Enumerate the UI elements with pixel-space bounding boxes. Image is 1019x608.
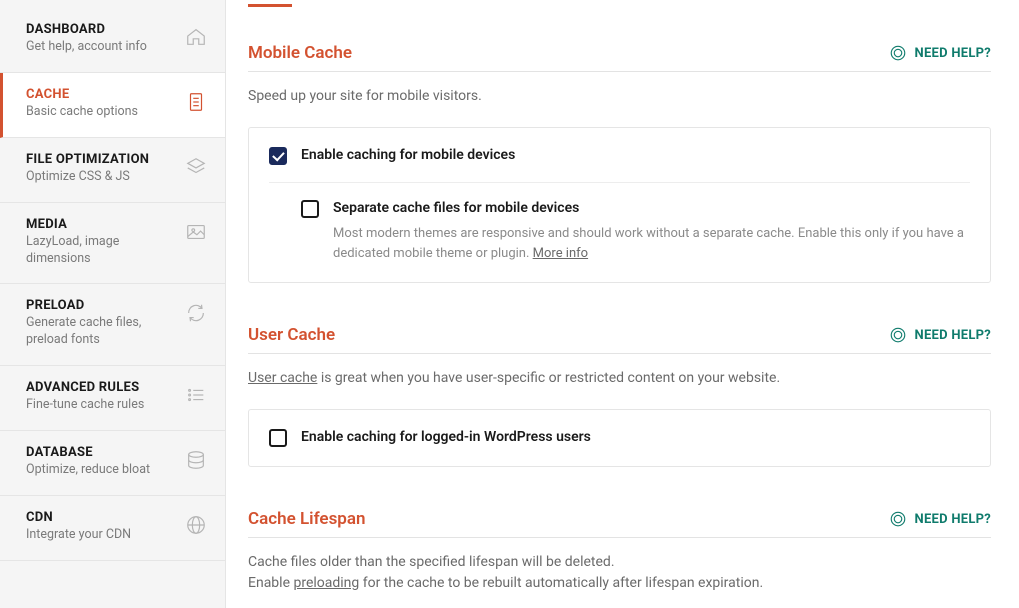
sidebar-title: ADVANCED RULES (26, 380, 185, 395)
sidebar-sub: Get help, account info (26, 39, 185, 56)
sidebar-sub: LazyLoad, image dimensions (26, 234, 185, 268)
section-desc: Speed up your site for mobile visitors. (248, 86, 991, 107)
section-title: User Cache (248, 325, 335, 345)
option-label: Enable caching for logged-in WordPress u… (301, 428, 970, 448)
sidebar-item-file-optimization[interactable]: FILE OPTIMIZATION Optimize CSS & JS (0, 138, 225, 203)
sidebar-title: DASHBOARD (26, 22, 185, 37)
sidebar-title: PRELOAD (26, 298, 185, 313)
need-help-text: NEED HELP? (915, 512, 991, 527)
section-desc: Cache files older than the specified lif… (248, 552, 991, 594)
list-icon (185, 384, 207, 406)
section-title: Mobile Cache (248, 43, 352, 63)
sidebar-item-advanced-rules[interactable]: ADVANCED RULES Fine-tune cache rules (0, 366, 225, 431)
sidebar: DASHBOARD Get help, account info CACHE B… (0, 0, 226, 608)
sidebar-title: CACHE (26, 87, 185, 102)
user-cache-link[interactable]: User cache (248, 370, 317, 386)
help-icon (889, 326, 907, 344)
image-icon (185, 221, 207, 243)
sidebar-item-dashboard[interactable]: DASHBOARD Get help, account info (0, 8, 225, 73)
sidebar-title: CDN (26, 510, 185, 525)
section-cache-lifespan: Cache Lifespan NEED HELP? Cache files ol… (248, 509, 991, 594)
sidebar-sub: Optimize CSS & JS (26, 169, 185, 186)
option-desc: Most modern themes are responsive and sh… (333, 224, 970, 264)
sidebar-item-media[interactable]: MEDIA LazyLoad, image dimensions (0, 203, 225, 285)
help-icon (889, 44, 907, 62)
sidebar-sub: Basic cache options (26, 104, 185, 121)
database-icon (185, 449, 207, 471)
option-box: Enable caching for mobile devices Separa… (248, 127, 991, 283)
need-help-text: NEED HELP? (915, 328, 991, 343)
need-help-text: NEED HELP? (915, 46, 991, 61)
layers-icon (185, 156, 207, 178)
section-title: Cache Lifespan (248, 509, 366, 529)
sidebar-sub: Integrate your CDN (26, 527, 185, 544)
sidebar-item-cdn[interactable]: CDN Integrate your CDN (0, 496, 225, 561)
sidebar-title: DATABASE (26, 445, 185, 460)
option-label: Separate cache files for mobile devices (333, 199, 970, 219)
sidebar-title: MEDIA (26, 217, 185, 232)
sidebar-item-cache[interactable]: CACHE Basic cache options (0, 73, 225, 138)
sidebar-item-preload[interactable]: PRELOAD Generate cache files, preload fo… (0, 284, 225, 366)
checkbox-enable-logged-in-cache[interactable] (269, 429, 287, 447)
sidebar-sub: Fine-tune cache rules (26, 397, 185, 414)
sidebar-item-database[interactable]: DATABASE Optimize, reduce bloat (0, 431, 225, 496)
sidebar-sub: Optimize, reduce bloat (26, 462, 185, 479)
section-desc: User cache is great when you have user-s… (248, 368, 991, 389)
option-box: Enable caching for logged-in WordPress u… (248, 409, 991, 467)
section-user-cache: User Cache NEED HELP? User cache is grea… (248, 325, 991, 467)
option-label: Enable caching for mobile devices (301, 146, 970, 166)
help-icon (889, 510, 907, 528)
need-help-link[interactable]: NEED HELP? (889, 326, 991, 344)
sidebar-title: FILE OPTIMIZATION (26, 152, 185, 167)
need-help-link[interactable]: NEED HELP? (889, 510, 991, 528)
refresh-icon (185, 302, 207, 324)
document-icon (185, 91, 207, 113)
checkbox-separate-mobile-cache[interactable] (301, 200, 319, 218)
sidebar-sub: Generate cache files, preload fonts (26, 315, 185, 349)
more-info-link[interactable]: More info (533, 246, 588, 261)
accent-bar (248, 4, 292, 7)
preloading-link[interactable]: preloading (293, 575, 359, 591)
globe-icon (185, 514, 207, 536)
main-content: Mobile Cache NEED HELP? Speed up your si… (226, 0, 1019, 608)
home-icon (185, 26, 207, 48)
section-mobile-cache: Mobile Cache NEED HELP? Speed up your si… (248, 43, 991, 283)
need-help-link[interactable]: NEED HELP? (889, 44, 991, 62)
checkbox-enable-mobile-cache[interactable] (269, 147, 287, 165)
